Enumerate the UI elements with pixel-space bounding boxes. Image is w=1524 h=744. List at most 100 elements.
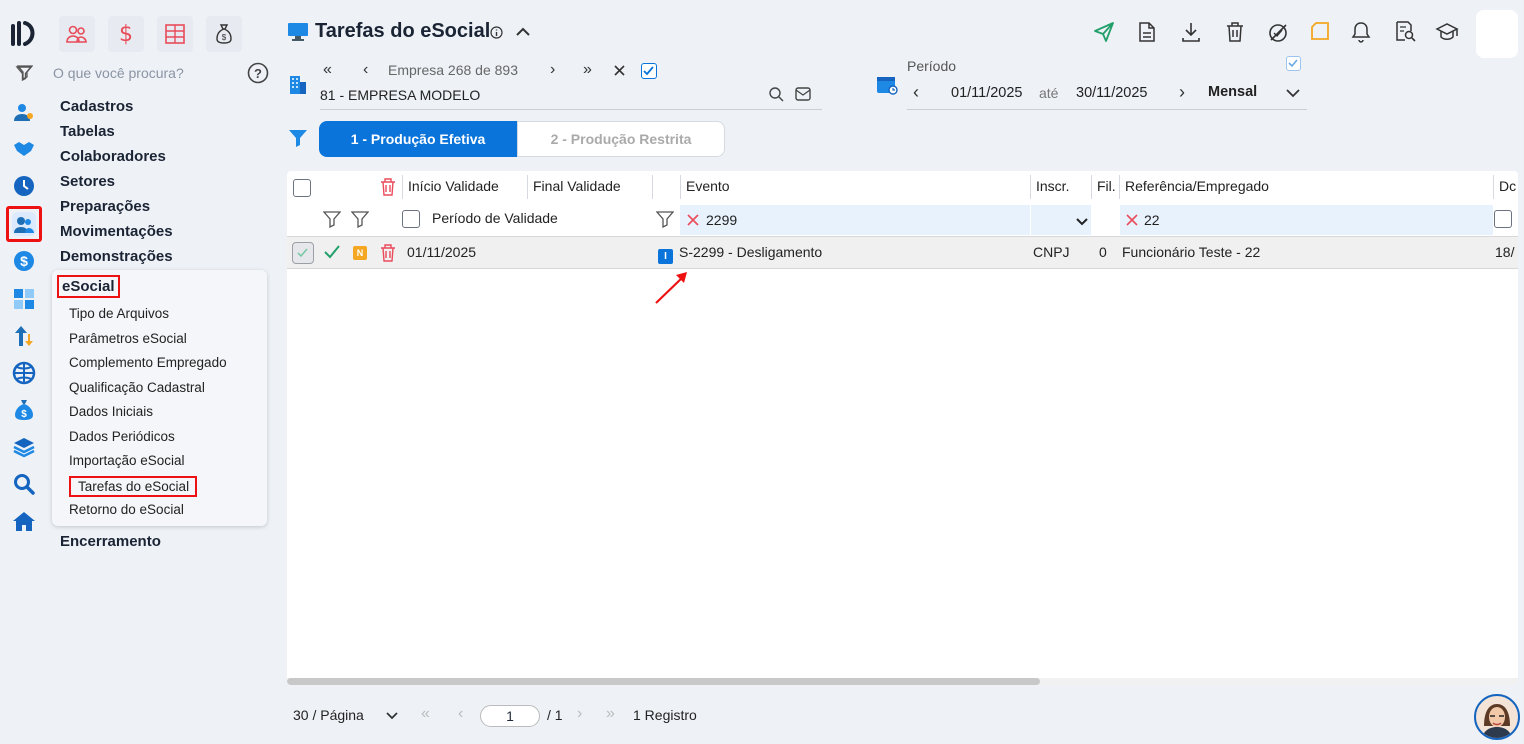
- evento-filter-icon[interactable]: [656, 210, 674, 228]
- next-period-button[interactable]: ›: [1179, 82, 1185, 103]
- col-sep[interactable]: [652, 175, 653, 199]
- user-avatar-box[interactable]: [1476, 10, 1518, 58]
- table-row[interactable]: N 01/11/2025 I S-2299 - Desligamento CNP…: [287, 236, 1518, 269]
- submenu-tarefas[interactable]: Tarefas do eSocial: [69, 476, 198, 497]
- menu-esocial[interactable]: eSocial: [57, 275, 120, 298]
- row-select-checkbox[interactable]: [292, 242, 314, 264]
- period-checkbox[interactable]: [1286, 56, 1301, 71]
- first-company-button[interactable]: «: [323, 61, 332, 79]
- col-final-validade[interactable]: Final Validade: [533, 178, 621, 194]
- menu-demonstracoes[interactable]: Demonstrações: [60, 248, 173, 265]
- select-all-checkbox[interactable]: [293, 179, 311, 197]
- period-mode-chevron-icon[interactable]: [1285, 87, 1301, 99]
- clear-ref-icon[interactable]: [1126, 214, 1138, 226]
- scrollbar-thumb[interactable]: [287, 678, 1040, 685]
- company-search-icon[interactable]: [768, 86, 784, 102]
- last-company-button[interactable]: »: [583, 61, 592, 79]
- dollar-icon[interactable]: $: [9, 246, 39, 276]
- sort-arrows-icon[interactable]: [9, 321, 39, 351]
- money-sack-icon[interactable]: $: [206, 16, 242, 52]
- currency-icon[interactable]: $: [108, 16, 144, 52]
- submenu-tipo-arquivos[interactable]: Tipo de Arquivos: [69, 306, 169, 321]
- inscr-filter-select[interactable]: [1031, 205, 1091, 235]
- col-inicio-validade[interactable]: Início Validade: [408, 178, 499, 194]
- delete-all-icon[interactable]: [380, 178, 396, 196]
- last-page-button[interactable]: »: [606, 705, 615, 723]
- col-sep[interactable]: [402, 175, 403, 199]
- mail-icon[interactable]: [795, 87, 811, 101]
- page-input[interactable]: 1: [480, 705, 540, 727]
- prev-company-button[interactable]: ‹: [363, 61, 368, 79]
- bell-icon[interactable]: [1351, 21, 1371, 43]
- col-referencia[interactable]: Referência/Empregado: [1125, 178, 1269, 194]
- next-company-button[interactable]: ›: [550, 61, 555, 79]
- money-bag-icon[interactable]: $: [9, 395, 39, 425]
- layers-icon[interactable]: [9, 432, 39, 462]
- submenu-retorno[interactable]: Retorno do eSocial: [69, 502, 184, 517]
- clock-icon[interactable]: [9, 171, 39, 201]
- col-sep[interactable]: [1493, 175, 1494, 199]
- dc-filter-checkbox[interactable]: [1494, 210, 1512, 228]
- calculator-icon[interactable]: [9, 284, 39, 314]
- per-page-chevron-icon[interactable]: [385, 711, 399, 721]
- info-icon[interactable]: [490, 26, 503, 39]
- col-dc[interactable]: Dc: [1499, 178, 1516, 194]
- col-fil[interactable]: Fil.: [1097, 178, 1116, 194]
- tab-producao-restrita[interactable]: 2 - Produção Restrita: [517, 121, 725, 157]
- people-icon[interactable]: [6, 206, 42, 242]
- menu-colaboradores[interactable]: Colaboradores: [60, 148, 166, 165]
- report-search-icon[interactable]: [1394, 20, 1416, 42]
- menu-cadastros[interactable]: Cadastros: [60, 98, 133, 115]
- menu-encerramento[interactable]: Encerramento: [60, 533, 161, 550]
- period-end[interactable]: 30/11/2025: [1076, 85, 1148, 101]
- menu-movimentacoes[interactable]: Movimentações: [60, 223, 173, 240]
- evento-filter-input[interactable]: 2299: [680, 205, 1030, 235]
- note-icon[interactable]: [1309, 20, 1331, 42]
- periodo-validade-checkbox[interactable]: [402, 210, 420, 228]
- row-filter-icon[interactable]: [323, 210, 341, 228]
- send-icon[interactable]: [1093, 21, 1115, 43]
- col-sep[interactable]: [1030, 175, 1031, 199]
- clear-company-icon[interactable]: [613, 64, 626, 77]
- app-logo[interactable]: [11, 20, 39, 46]
- trash-icon[interactable]: [1225, 21, 1245, 43]
- col-evento[interactable]: Evento: [686, 178, 730, 194]
- menu-search-input[interactable]: O que você procura?: [53, 65, 184, 81]
- team-icon[interactable]: [59, 16, 95, 52]
- next-page-button[interactable]: ›: [577, 705, 582, 723]
- globe-icon[interactable]: [9, 358, 39, 388]
- user-add-icon[interactable]: [9, 97, 39, 127]
- download-icon[interactable]: [1181, 21, 1201, 43]
- collapse-chevron-icon[interactable]: [515, 26, 531, 38]
- per-page-select[interactable]: 30 / Página: [293, 707, 364, 723]
- col-inscr[interactable]: Inscr.: [1036, 178, 1069, 194]
- help-icon[interactable]: ?: [247, 62, 269, 84]
- row-filter-icon[interactable]: [351, 210, 369, 228]
- clear-evento-icon[interactable]: [687, 214, 699, 226]
- row-delete-icon[interactable]: [380, 244, 396, 262]
- ref-filter-input[interactable]: 22: [1120, 205, 1493, 235]
- assistant-avatar[interactable]: [1474, 694, 1520, 740]
- spreadsheet-icon[interactable]: [157, 16, 193, 52]
- search-icon[interactable]: [9, 469, 39, 499]
- col-sep[interactable]: [680, 175, 681, 199]
- horizontal-scrollbar[interactable]: [287, 678, 1518, 685]
- company-name[interactable]: 81 - EMPRESA MODELO: [320, 87, 480, 103]
- col-sep[interactable]: [527, 175, 528, 199]
- company-checkbox[interactable]: [641, 63, 657, 79]
- inscr-dropdown-icon[interactable]: [1076, 217, 1088, 227]
- menu-tabelas[interactable]: Tabelas: [60, 123, 115, 140]
- cell-evento[interactable]: S-2299 - Desligamento: [679, 244, 822, 260]
- tab-producao-efetiva[interactable]: 1 - Produção Efetiva: [319, 121, 517, 157]
- erase-icon[interactable]: [1267, 21, 1289, 43]
- period-start[interactable]: 01/11/2025: [951, 85, 1023, 101]
- first-page-button[interactable]: «: [421, 705, 430, 723]
- graduation-cap-icon[interactable]: [1435, 21, 1459, 43]
- col-sep[interactable]: [1091, 175, 1092, 199]
- submenu-importacao[interactable]: Importação eSocial: [69, 453, 185, 468]
- menu-preparacoes[interactable]: Preparações: [60, 198, 150, 215]
- home-icon[interactable]: [9, 506, 39, 536]
- menu-setores[interactable]: Setores: [60, 173, 115, 190]
- submenu-dados-iniciais[interactable]: Dados Iniciais: [69, 404, 153, 419]
- tab-filter-icon[interactable]: [288, 128, 308, 148]
